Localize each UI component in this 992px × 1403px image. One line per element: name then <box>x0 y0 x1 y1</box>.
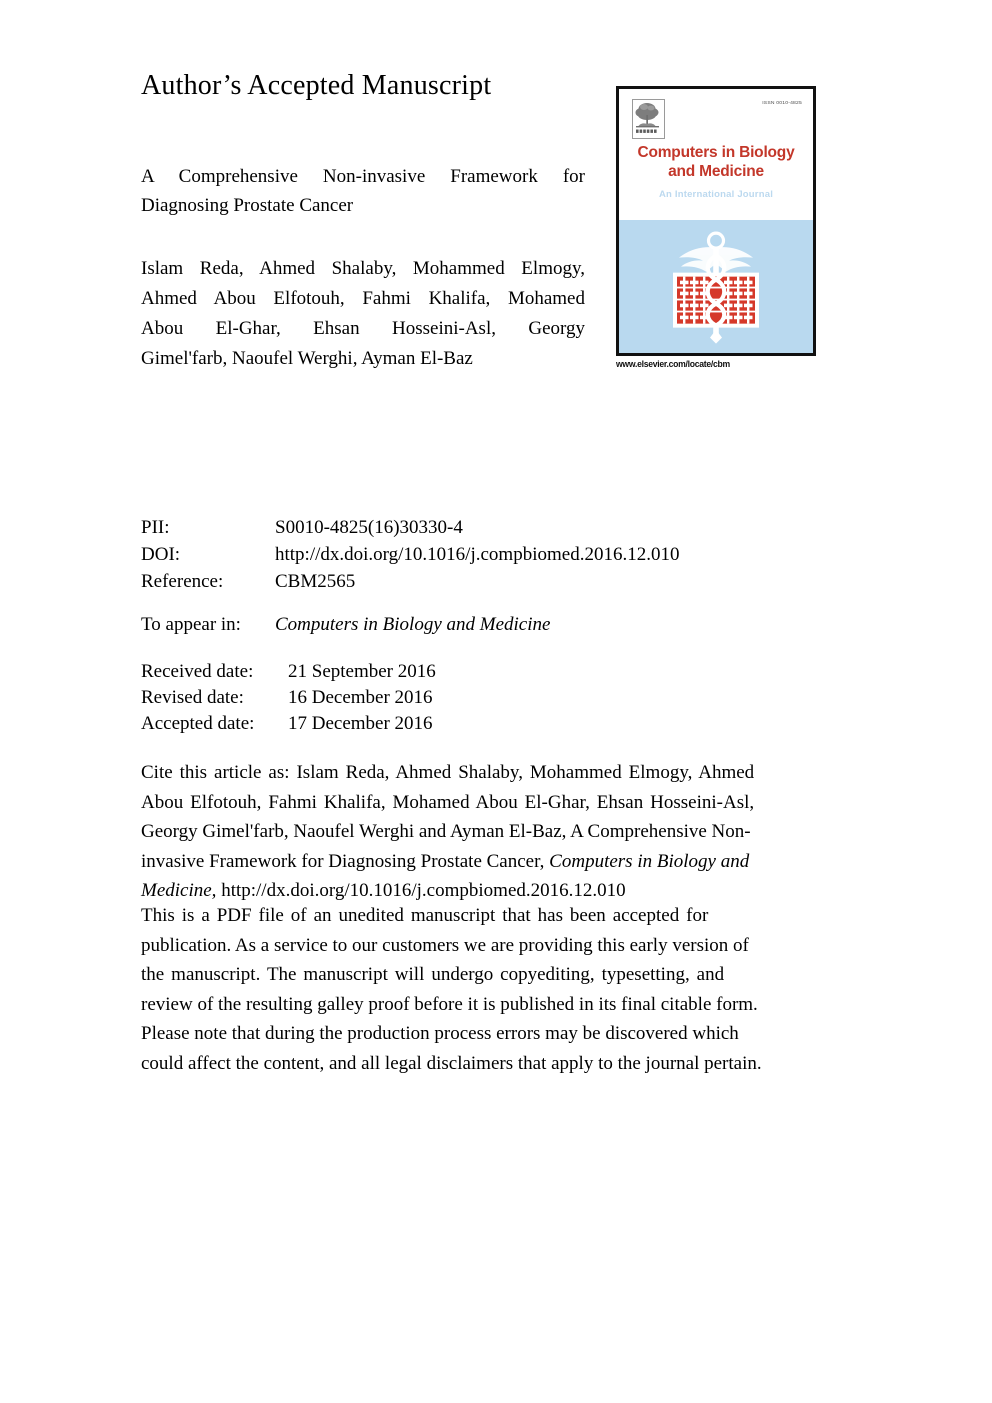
date-row-accepted: Accepted date: 17 December 2016 <box>141 711 436 737</box>
disclaimer-paragraph: This is a PDF file of an unedited manusc… <box>141 901 827 1078</box>
revised-date-value: 16 December 2016 <box>288 687 433 708</box>
to-appear-in-row: To appear in: Computers in Biology and Me… <box>141 614 550 636</box>
pii-value: S0010-4825(16)30330-4 <box>275 517 463 538</box>
disclaimer-line-6: could affect the content, and all legal … <box>141 1052 762 1074</box>
author-list: Islam Reda, Ahmed Shalaby, Mohammed Elmo… <box>141 254 585 374</box>
citation-journal-name: Computers in Biology and <box>549 850 750 872</box>
citation-line-4: invasive Framework for Diagnosing Prosta… <box>141 847 827 877</box>
author-line-1: Islam Reda, Ahmed Shalaby, Mohammed Elmo… <box>141 258 585 279</box>
date-row-received: Received date: 21 September 2016 <box>141 659 436 685</box>
manuscript-cover-page: Author’s Accepted Manuscript A Comprehen… <box>0 0 992 1403</box>
journal-cover-artwork: ISSN 0010-4825 Computers in Biology and … <box>616 86 816 356</box>
disclaimer-line-2: publication. As a service to our custome… <box>141 934 749 956</box>
cover-journal-title-line-2: and Medicine <box>668 163 764 180</box>
disclaimer-line-1: This is a PDF file of an unedited manusc… <box>141 905 709 926</box>
to-appear-in-label: To appear in: <box>141 614 241 635</box>
metadata-row-pii: PII: S0010-4825(16)30330-4 <box>141 514 679 541</box>
reference-label: Reference: <box>141 571 224 592</box>
citation-line-3: Georgy Gimel'farb, Naoufel Werghi and Ay… <box>141 821 751 842</box>
dates-block: Received date: 21 September 2016 Revised … <box>141 659 436 737</box>
metadata-row-doi: DOI: http://dx.doi.org/10.1016/j.compbiom… <box>141 541 679 568</box>
author-line-4: Gimel'farb, Naoufel Werghi, Ayman El-Baz <box>141 348 473 369</box>
metadata-block: PII: S0010-4825(16)30330-4 DOI: http://dx.… <box>141 514 679 595</box>
cover-bottom-panel <box>619 220 813 353</box>
disclaimer-line-3: the manuscript. The manuscript will unde… <box>141 964 725 985</box>
pii-label: PII: <box>141 517 170 538</box>
article-title-line-2: Diagnosing Prostate Cancer <box>141 195 354 216</box>
citation-doi-link[interactable]: http://dx.doi.org/10.1016/j.compbiomed.2… <box>216 880 625 901</box>
cover-journal-title-line-1: Computers in Biology <box>637 144 795 161</box>
revised-date-label: Revised date: <box>141 687 244 708</box>
disclaimer-line-5: Please note that during the production p… <box>141 1023 739 1044</box>
metadata-row-reference: Reference: CBM2565 <box>141 568 679 595</box>
author-line-2: Ahmed Abou Elfotouh, Fahmi Khalifa, Moha… <box>141 288 585 309</box>
to-appear-in-journal: Computers in Biology and Medicine <box>275 614 551 635</box>
cover-url: www.elsevier.com/locate/cbm <box>616 359 730 369</box>
received-date-value: 21 September 2016 <box>288 661 436 682</box>
elsevier-tree-logo-icon <box>632 99 665 139</box>
citation-paragraph: Cite this article as: Islam Reda, Ahmed … <box>141 758 827 906</box>
page-headline: Author’s Accepted Manuscript <box>141 70 492 101</box>
accepted-date-label: Accepted date: <box>141 713 255 734</box>
citation-line-2: Abou Elfotouh, Fahmi Khalifa, Mohamed Ab… <box>141 791 755 813</box>
article-title: A Comprehensive Non-invasive Framework f… <box>141 162 585 220</box>
reference-value: CBM2565 <box>275 571 356 592</box>
doi-label: DOI: <box>141 544 181 565</box>
accepted-date-value: 17 December 2016 <box>288 713 433 734</box>
doi-value[interactable]: http://dx.doi.org/10.1016/j.compbiomed.2… <box>275 541 679 568</box>
date-row-revised: Revised date: 16 December 2016 <box>141 685 436 711</box>
received-date-label: Received date: <box>141 661 254 682</box>
cover-journal-title: Computers in Biology and Medicine <box>619 143 813 181</box>
cover-issn: ISSN 0010-4825 <box>762 100 802 106</box>
article-title-line-1: A Comprehensive Non-invasive Framework f… <box>141 166 585 187</box>
disclaimer-line-4: review of the resulting galley proof bef… <box>141 993 758 1015</box>
author-line-3: Abou El-Ghar, Ehsan Hosseini-Asl, Georgy <box>141 318 585 339</box>
journal-cover-thumbnail: ISSN 0010-4825 Computers in Biology and … <box>616 86 822 369</box>
citation-journal-name-cont: Medicine, <box>141 880 217 901</box>
cover-journal-subtitle: An International Journal <box>658 189 774 200</box>
caduceus-abacus-icon <box>673 231 759 344</box>
citation-line-4-text: invasive Framework for Diagnosing Prosta… <box>141 850 550 872</box>
citation-line-1: Cite this article as: Islam Reda, Ahmed … <box>141 762 755 783</box>
